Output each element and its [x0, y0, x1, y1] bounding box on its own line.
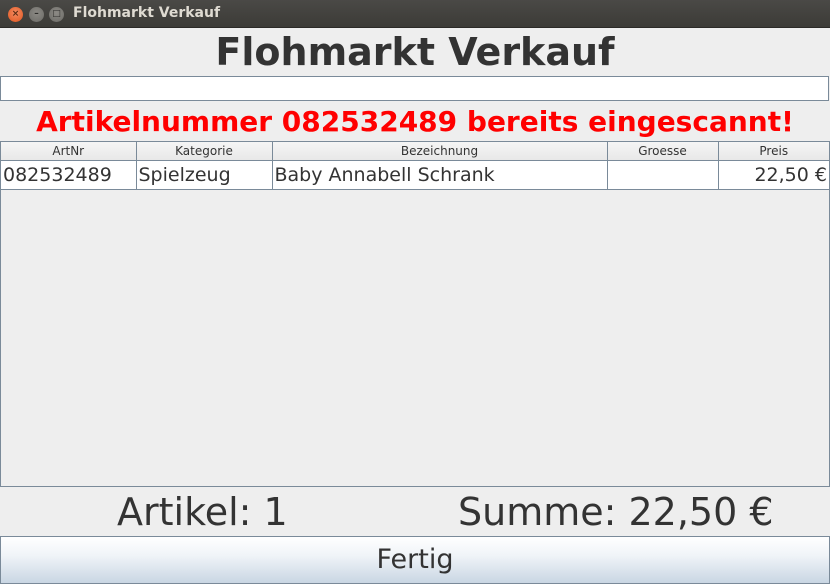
- cell-preis[interactable]: 22,50 €: [718, 160, 829, 190]
- cell-kategorie[interactable]: Spielzeug: [136, 160, 273, 190]
- cell-groesse[interactable]: [607, 160, 719, 190]
- page-title: Flohmarkt Verkauf: [215, 30, 615, 74]
- column-header-artnr[interactable]: ArtNr: [1, 142, 137, 161]
- window-title: Flohmarkt Verkauf: [73, 5, 221, 21]
- fertig-button[interactable]: Fertig: [0, 536, 830, 584]
- error-message: Artikelnummer 082532489 bereits eingesca…: [36, 105, 794, 138]
- cell-artnr[interactable]: 082532489: [1, 160, 137, 190]
- total-sum: Summe: 22,50 €: [458, 490, 774, 534]
- article-count: Artikel: 1: [117, 490, 288, 534]
- minimize-icon[interactable]: –: [29, 7, 44, 22]
- maximize-icon[interactable]: □: [49, 7, 64, 22]
- column-header-groesse[interactable]: Groesse: [607, 142, 719, 161]
- column-header-bezeichnung[interactable]: Bezeichnung: [272, 142, 608, 161]
- column-header-preis[interactable]: Preis: [718, 142, 829, 161]
- table-row[interactable]: 082532489 Spielzeug Baby Annabell Schran…: [1, 160, 829, 190]
- column-header-kategorie[interactable]: Kategorie: [136, 142, 273, 161]
- window-titlebar: × – □ Flohmarkt Verkauf: [0, 0, 830, 28]
- articles-table[interactable]: ArtNr Kategorie Bezeichnung Groesse Prei…: [0, 141, 830, 487]
- close-icon[interactable]: ×: [8, 7, 23, 22]
- cell-bezeichnung[interactable]: Baby Annabell Schrank: [272, 160, 608, 190]
- table-header-row: ArtNr Kategorie Bezeichnung Groesse Prei…: [1, 142, 829, 161]
- article-number-input[interactable]: [0, 76, 829, 101]
